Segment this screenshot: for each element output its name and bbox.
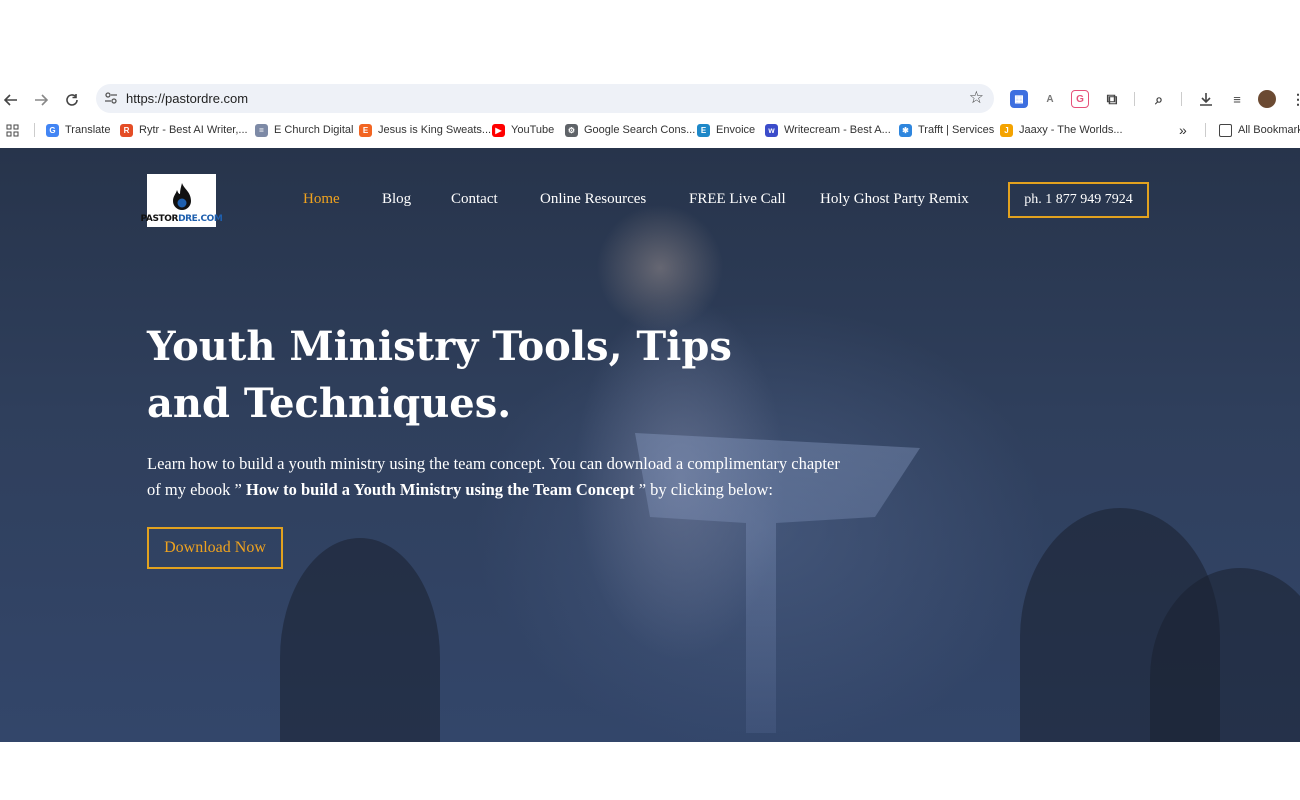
nav-holy-ghost-party-remix[interactable]: Holy Ghost Party Remix xyxy=(820,191,969,208)
star-icon[interactable]: ☆ xyxy=(969,88,984,108)
page-title: Youth Ministry Tools, Tips and Technique… xyxy=(147,323,732,427)
nav-home[interactable]: Home xyxy=(303,191,340,208)
extension-icon[interactable]: ▦ xyxy=(1010,90,1028,108)
browser-toolbar: https://pastordre.com ☆ ▦ A G ⧉ ⌕ ≡ ⋮ xyxy=(0,84,1300,114)
bookmark-item[interactable]: w Writecream - Best A... xyxy=(765,121,891,139)
bookmark-item[interactable]: G Translate xyxy=(46,121,110,139)
bookmark-label: E Church Digital xyxy=(274,124,354,136)
bookmark-label: Writecream - Best A... xyxy=(784,124,891,136)
folder-icon xyxy=(1219,123,1232,137)
tab-search-icon[interactable]: ⌕ xyxy=(1150,90,1168,108)
bookmark-label: Trafft | Services xyxy=(918,124,995,136)
back-arrow-icon[interactable] xyxy=(0,89,22,111)
bookmark-favicon-icon: E xyxy=(697,123,710,137)
forward-arrow-icon[interactable] xyxy=(30,89,52,111)
phone-button[interactable]: ph. 1 877 949 7924 xyxy=(1008,182,1149,218)
url-text[interactable]: https://pastordre.com xyxy=(126,91,248,106)
bookmark-item[interactable]: J Jaaxy - The Worlds... xyxy=(1000,121,1123,139)
nav-online-resources[interactable]: Online Resources xyxy=(540,191,646,208)
bookmark-label: Jaaxy - The Worlds... xyxy=(1019,124,1123,136)
profile-avatar[interactable] xyxy=(1258,90,1276,108)
bookmark-favicon-icon: ▶ xyxy=(492,123,505,137)
bookmark-favicon-icon: ✱ xyxy=(899,123,912,137)
bookmark-favicon-icon: w xyxy=(765,123,778,137)
site-settings-icon[interactable] xyxy=(104,91,118,105)
extension-icon[interactable]: G xyxy=(1071,90,1089,108)
extension-icon[interactable]: A xyxy=(1041,90,1059,108)
bookmark-item[interactable]: ▶ YouTube xyxy=(492,121,554,139)
toolbar-divider xyxy=(1134,92,1135,106)
bookmark-item[interactable]: ⚙ Google Search Cons... xyxy=(565,121,695,139)
bookmarks-overflow-button[interactable]: » xyxy=(1179,121,1187,139)
all-bookmarks-label: All Bookmark xyxy=(1238,124,1300,136)
bookmark-label: Translate xyxy=(65,124,111,136)
bookmark-favicon-icon: ⚙ xyxy=(565,123,578,137)
address-bar[interactable]: https://pastordre.com ☆ xyxy=(96,84,994,113)
downloads-icon[interactable] xyxy=(1197,90,1215,108)
bookmark-item[interactable]: R Rytr - Best AI Writer,... xyxy=(120,121,248,139)
download-now-button[interactable]: Download Now xyxy=(147,527,283,569)
bookmark-item[interactable]: = E Church Digital xyxy=(255,121,353,139)
bookmark-label: Rytr - Best AI Writer,... xyxy=(139,124,248,136)
logo-wordmark: PASTORDRE.COM xyxy=(140,214,223,224)
intro-paragraph: Learn how to build a youth ministry usin… xyxy=(147,454,840,499)
nav-free-live-call[interactable]: FREE Live Call xyxy=(689,191,786,208)
bookmark-favicon-icon: R xyxy=(120,123,133,137)
nav-contact[interactable]: Contact xyxy=(451,191,498,208)
bookmark-favicon-icon: = xyxy=(255,123,268,137)
bookmark-label: Jesus is King Sweats... xyxy=(378,124,492,136)
bookmark-item[interactable]: E Jesus is King Sweats... xyxy=(359,121,491,139)
bookmark-label: Google Search Cons... xyxy=(584,124,696,136)
bookmark-item[interactable]: ✱ Trafft | Services xyxy=(899,121,994,139)
bookmark-item[interactable]: E Envoice xyxy=(697,121,755,139)
bookmark-favicon-icon: E xyxy=(359,123,372,137)
bookmark-label: YouTube xyxy=(511,124,555,136)
bookmark-favicon-icon: J xyxy=(1000,123,1013,137)
audience-silhouette xyxy=(280,538,440,742)
menu-kebab-icon[interactable]: ⋮ xyxy=(1289,90,1300,108)
reload-icon[interactable] xyxy=(61,89,83,111)
site-logo[interactable]: PASTORDRE.COM xyxy=(141,174,223,227)
apps-grid-icon[interactable] xyxy=(6,121,19,139)
toolbar-divider xyxy=(1181,92,1182,106)
ebook-title: How to build a Youth Ministry using the … xyxy=(245,480,635,499)
bookmarks-bar: G Translate R Rytr - Best AI Writer,... = E C… xyxy=(0,118,1300,142)
window-top-area xyxy=(0,0,1300,84)
media-queue-icon[interactable]: ≡ xyxy=(1228,90,1246,108)
bookmarks-divider xyxy=(34,123,35,137)
nav-blog[interactable]: Blog xyxy=(382,191,411,208)
bookmark-favicon-icon: G xyxy=(46,123,59,137)
extensions-puzzle-icon[interactable]: ⧉ xyxy=(1103,90,1121,108)
bookmarks-divider xyxy=(1205,123,1206,137)
hero-section: PASTORDRE.COM Home Blog Contact Online R… xyxy=(0,148,1300,742)
flame-icon xyxy=(172,183,191,210)
all-bookmarks-button[interactable]: All Bookmark xyxy=(1219,121,1300,139)
bookmark-label: Envoice xyxy=(716,124,756,136)
